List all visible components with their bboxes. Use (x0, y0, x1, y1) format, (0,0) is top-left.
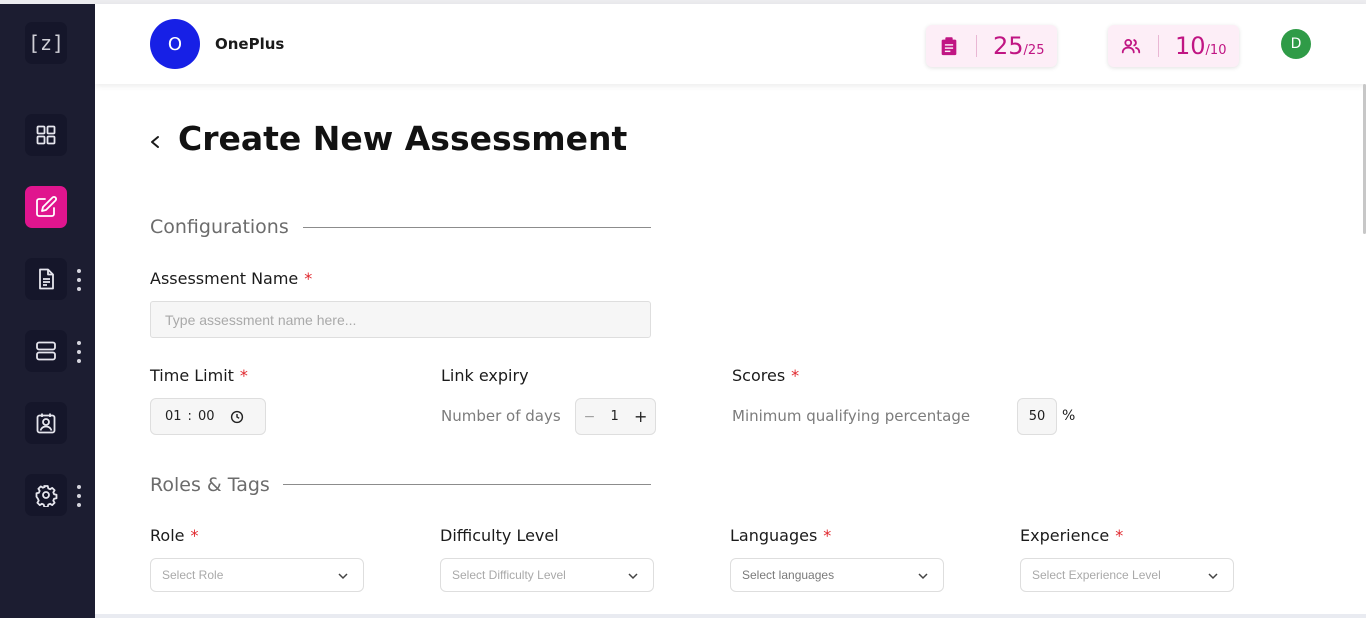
page-title: Create New Assessment (178, 119, 628, 158)
required-asterisk: * (823, 526, 832, 545)
sidebar-item-settings[interactable] (25, 474, 67, 516)
number-of-days-label: Number of days (441, 407, 561, 425)
settings-gear-icon (35, 485, 58, 507)
section-title-configurations: Configurations (150, 216, 289, 238)
users-count-value: 10 (1175, 32, 1206, 60)
min-percentage-value: 50 (1028, 409, 1046, 424)
dashboard-grid-icon (36, 125, 56, 145)
org-avatar[interactable]: O (150, 19, 200, 69)
sidebar: [z] (0, 4, 95, 618)
required-asterisk: * (239, 366, 248, 385)
time-limit-label: Time Limit * (150, 366, 248, 385)
section-title-roles-tags: Roles & Tags (150, 474, 270, 496)
logo-text: [z] (27, 31, 65, 55)
chevron-down-icon (1208, 573, 1218, 580)
assessments-count-badge: 25 /25 (926, 25, 1057, 67)
chevron-down-icon (918, 573, 928, 580)
chevron-down-icon (628, 573, 638, 580)
sidebar-item-create-assessment[interactable] (25, 186, 67, 228)
time-minutes[interactable]: 00 (198, 409, 215, 424)
time-hours[interactable]: 01 (165, 409, 182, 424)
server-icon (36, 341, 56, 361)
required-asterisk: * (304, 269, 313, 288)
languages-label: Languages * (730, 526, 832, 545)
difficulty-level-select[interactable]: Select Difficulty Level (440, 558, 654, 592)
users-count-badge: 10 /10 (1108, 25, 1239, 67)
role-label: Role * (150, 526, 199, 545)
sidebar-item-dashboard[interactable] (25, 114, 67, 156)
languages-select[interactable]: Select languages (730, 558, 944, 592)
experience-label: Experience * (1020, 526, 1124, 545)
required-asterisk: * (1115, 526, 1124, 545)
role-placeholder: Select Role (162, 568, 224, 582)
documents-menu-kebab[interactable] (76, 269, 82, 291)
difficulty-level-label: Difficulty Level (440, 526, 559, 545)
document-icon (39, 268, 54, 290)
bottom-border (95, 614, 1366, 618)
sidebar-item-documents[interactable] (25, 258, 67, 300)
user-avatar[interactable]: D (1281, 29, 1311, 59)
time-limit-input[interactable]: 01 : 00 (150, 398, 266, 435)
section-divider (283, 484, 651, 485)
back-chevron-icon[interactable] (148, 130, 164, 154)
required-asterisk: * (190, 526, 199, 545)
chevron-down-icon (338, 573, 348, 580)
percent-sign: % (1062, 408, 1076, 424)
decrement-button[interactable]: − (584, 409, 596, 425)
experience-select[interactable]: Select Experience Level (1020, 558, 1234, 592)
scores-label: Scores * (732, 366, 800, 385)
edit-icon (36, 196, 57, 217)
users-icon (1121, 38, 1141, 54)
link-expiry-label: Link expiry (441, 366, 529, 385)
role-select[interactable]: Select Role (150, 558, 364, 592)
days-value: 1 (610, 409, 619, 424)
min-percentage-input[interactable]: 50 (1017, 398, 1057, 435)
candidate-id-icon (36, 413, 56, 434)
question-bank-menu-kebab[interactable] (76, 341, 82, 363)
required-asterisk: * (791, 366, 800, 385)
sidebar-item-question-bank[interactable] (25, 330, 67, 372)
experience-placeholder: Select Experience Level (1032, 568, 1161, 582)
sidebar-item-candidates[interactable] (25, 402, 67, 444)
clipboard-icon (941, 37, 957, 56)
org-name: OnePlus (215, 35, 285, 53)
clock-icon[interactable] (230, 410, 244, 424)
time-separator: : (187, 409, 192, 424)
assessments-count-value: 25 (993, 32, 1024, 60)
top-header: O OnePlus 25 /25 10 /10 D (95, 4, 1366, 84)
min-qualifying-percentage-label: Minimum qualifying percentage (732, 407, 971, 425)
assessment-name-input[interactable] (150, 301, 651, 338)
assessment-name-label: Assessment Name * (150, 269, 313, 288)
section-divider (303, 227, 651, 228)
settings-menu-kebab[interactable] (76, 485, 82, 507)
increment-button[interactable]: + (634, 407, 647, 426)
languages-placeholder: Select languages (742, 568, 835, 582)
assessments-count-total: /25 (1023, 42, 1045, 58)
difficulty-placeholder: Select Difficulty Level (452, 568, 566, 582)
days-stepper[interactable]: − 1 + (575, 398, 656, 435)
users-count-total: /10 (1205, 42, 1227, 58)
app-logo[interactable]: [z] (25, 22, 67, 64)
